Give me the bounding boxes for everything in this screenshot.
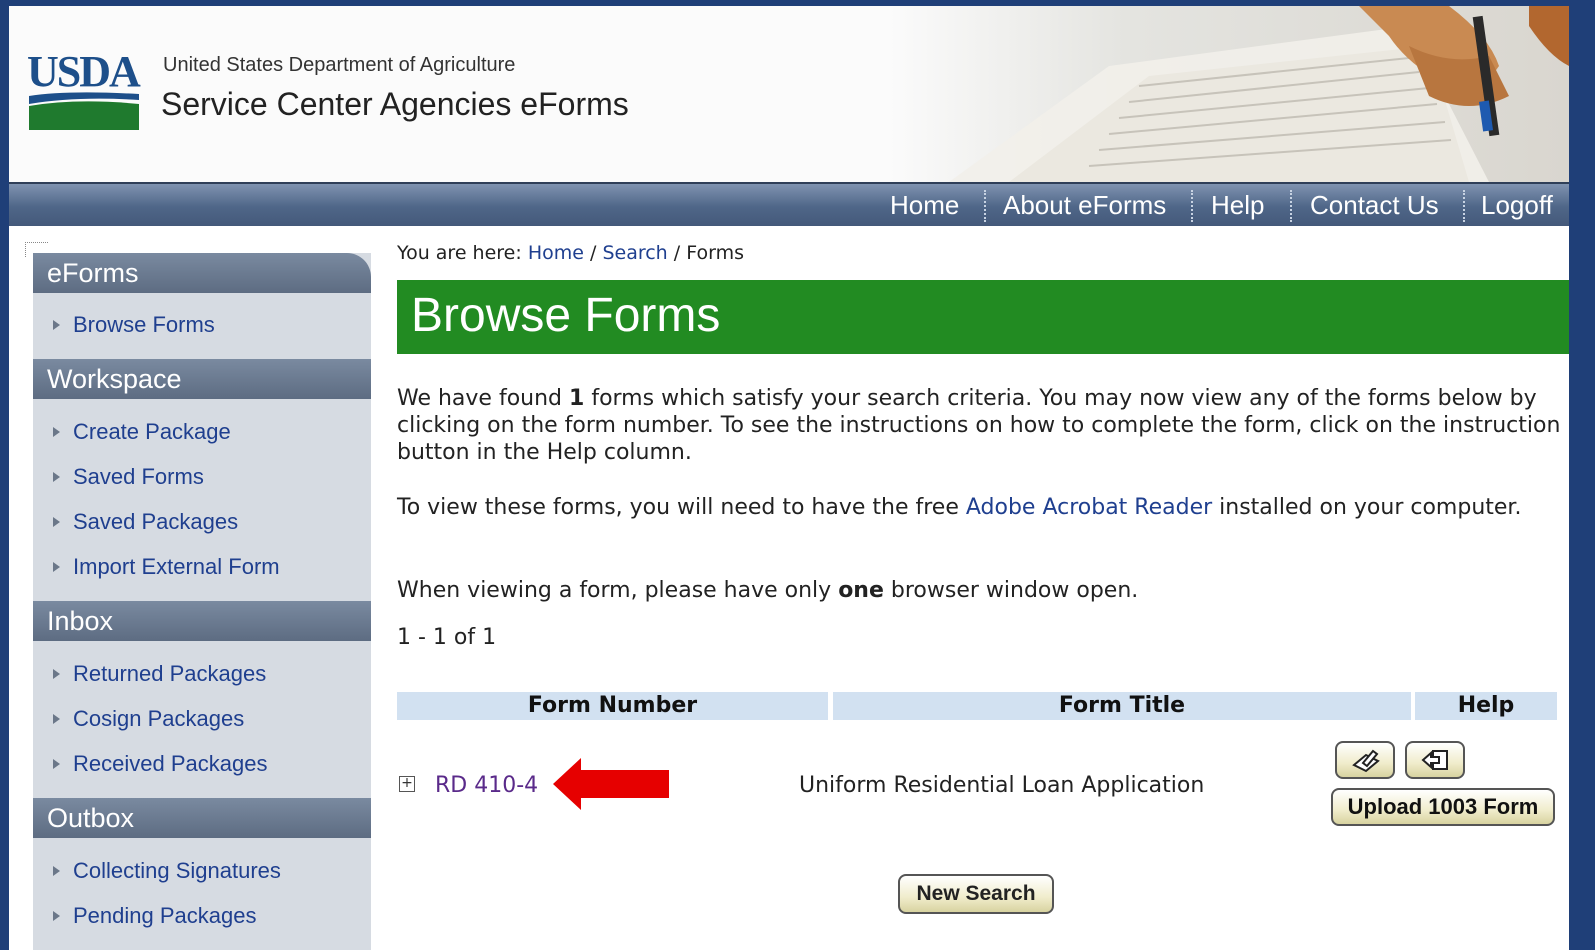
result-count-bold: 1 <box>569 386 585 411</box>
import-arrow-icon <box>1421 750 1448 770</box>
sidebar-item-label: Cosign Packages <box>73 706 245 731</box>
nav-logoff[interactable]: Logoff <box>1481 184 1553 226</box>
sidebar-item-label: Pending Packages <box>73 903 257 928</box>
pagination-count: 1 - 1 of 1 <box>397 625 497 650</box>
browser-window-note: When viewing a form, please have only on… <box>397 577 1138 604</box>
sidebar-item-label: Collecting Signatures <box>73 858 281 883</box>
sidebar-item-label: Import External Form <box>73 554 280 579</box>
breadcrumb-separator: / <box>589 242 597 264</box>
top-navigation-bar: Home About eForms Help Contact Us Logoff <box>9 182 1569 226</box>
instructions-book-button[interactable] <box>1335 741 1395 779</box>
page-title: Browse Forms <box>411 289 721 342</box>
sidebar-menu: eForms Browse Forms Workspace Create Pac… <box>33 253 371 950</box>
text-segment: installed on your computer. <box>1212 495 1522 520</box>
nav-separator <box>1290 190 1292 222</box>
triangle-right-icon <box>53 472 60 482</box>
sidebar-item-saved-forms[interactable]: Saved Forms <box>33 457 371 497</box>
text-segment: browser window open. <box>883 578 1139 603</box>
page-title-bar: Browse Forms <box>397 280 1569 354</box>
column-header-form-number[interactable]: Form Number <box>397 692 828 720</box>
triangle-right-icon <box>53 911 60 921</box>
sidebar-heading-eforms: eForms <box>33 253 371 293</box>
triangle-right-icon <box>53 714 60 724</box>
nav-about-eforms[interactable]: About eForms <box>1003 184 1166 226</box>
sidebar-item-label: Browse Forms <box>73 312 215 337</box>
usda-logo-graphic <box>29 92 139 130</box>
department-name: United States Department of Agriculture <box>163 54 516 76</box>
sidebar-heading-inbox: Inbox <box>33 601 371 641</box>
sidebar-heading-workspace: Workspace <box>33 359 371 399</box>
breadcrumb-separator: / <box>673 242 681 264</box>
breadcrumb-link-search[interactable]: Search <box>602 242 667 264</box>
sidebar-item-received-packages[interactable]: Received Packages <box>33 744 371 784</box>
sidebar-item-collecting-signatures[interactable]: Collecting Signatures <box>33 851 371 891</box>
text-segment: To view these forms, you will need to ha… <box>397 495 966 520</box>
sidebar-item-import-external-form[interactable]: Import External Form <box>33 547 371 587</box>
sidebar-item-browse-forms[interactable]: Browse Forms <box>33 305 371 345</box>
nav-contact-us[interactable]: Contact Us <box>1310 184 1439 226</box>
upload-1003-form-button[interactable]: Upload 1003 Form <box>1331 788 1555 826</box>
sidebar-item-label: Received Packages <box>73 751 268 776</box>
breadcrumb-current: Forms <box>686 242 744 264</box>
sidebar-item-saved-packages[interactable]: Saved Packages <box>33 502 371 542</box>
book-pencil-icon <box>1352 749 1380 773</box>
nav-separator <box>1191 190 1193 222</box>
sidebar-item-label: Create Package <box>73 419 231 444</box>
form-number-link[interactable]: RD 410-4 <box>435 773 538 798</box>
triangle-right-icon <box>53 562 60 572</box>
sidebar-item-create-package[interactable]: Create Package <box>33 412 371 452</box>
red-arrow-annotation <box>553 758 669 810</box>
usda-logo[interactable]: USDA <box>27 50 141 130</box>
new-search-button[interactable]: New Search <box>898 874 1054 914</box>
sidebar-item-cosign-packages[interactable]: Cosign Packages <box>33 699 371 739</box>
site-header: USDA United States Department of Agricul… <box>9 6 1569 182</box>
triangle-right-icon <box>53 427 60 437</box>
sidebar-item-label: Returned Packages <box>73 661 267 686</box>
nav-separator <box>984 190 986 222</box>
nav-help[interactable]: Help <box>1211 184 1264 226</box>
sidebar-item-pending-packages[interactable]: Pending Packages <box>33 896 371 936</box>
triangle-right-icon <box>53 517 60 527</box>
nav-home[interactable]: Home <box>890 184 959 226</box>
breadcrumb: You are here: Home / Search / Forms <box>397 242 744 264</box>
text-segment: We have found <box>397 386 570 411</box>
acrobat-reader-note: To view these forms, you will need to ha… <box>397 494 1562 521</box>
text-segment: When viewing a form, please have only <box>397 578 839 603</box>
column-header-help: Help <box>1415 692 1557 720</box>
header-photo-image <box>889 6 1569 182</box>
site-title: Service Center Agencies eForms <box>161 86 629 122</box>
column-header-form-title[interactable]: Form Title <box>833 692 1411 720</box>
breadcrumb-prefix: You are here: <box>397 242 522 264</box>
import-form-button[interactable] <box>1405 741 1465 779</box>
emphasis-one: one <box>838 578 884 603</box>
search-results-description: We have found 1 forms which satisfy your… <box>397 385 1562 466</box>
sidebar-item-label: Saved Packages <box>73 509 239 534</box>
triangle-right-icon <box>53 669 60 679</box>
triangle-right-icon <box>53 759 60 769</box>
sidebar-heading-outbox: Outbox <box>33 798 371 838</box>
nav-separator <box>1463 190 1465 222</box>
adobe-acrobat-reader-link[interactable]: Adobe Acrobat Reader <box>966 495 1212 520</box>
sidebar-item-returned-packages[interactable]: Returned Packages <box>33 654 371 694</box>
browser-page: USDA United States Department of Agricul… <box>9 6 1569 950</box>
form-title-cell: Uniform Residential Loan Application <box>799 773 1205 798</box>
triangle-right-icon <box>53 866 60 876</box>
breadcrumb-link-home[interactable]: Home <box>528 242 584 264</box>
sidebar-item-label: Saved Forms <box>73 464 204 489</box>
expand-plus-icon[interactable]: + <box>399 776 415 792</box>
triangle-right-icon <box>53 320 60 330</box>
